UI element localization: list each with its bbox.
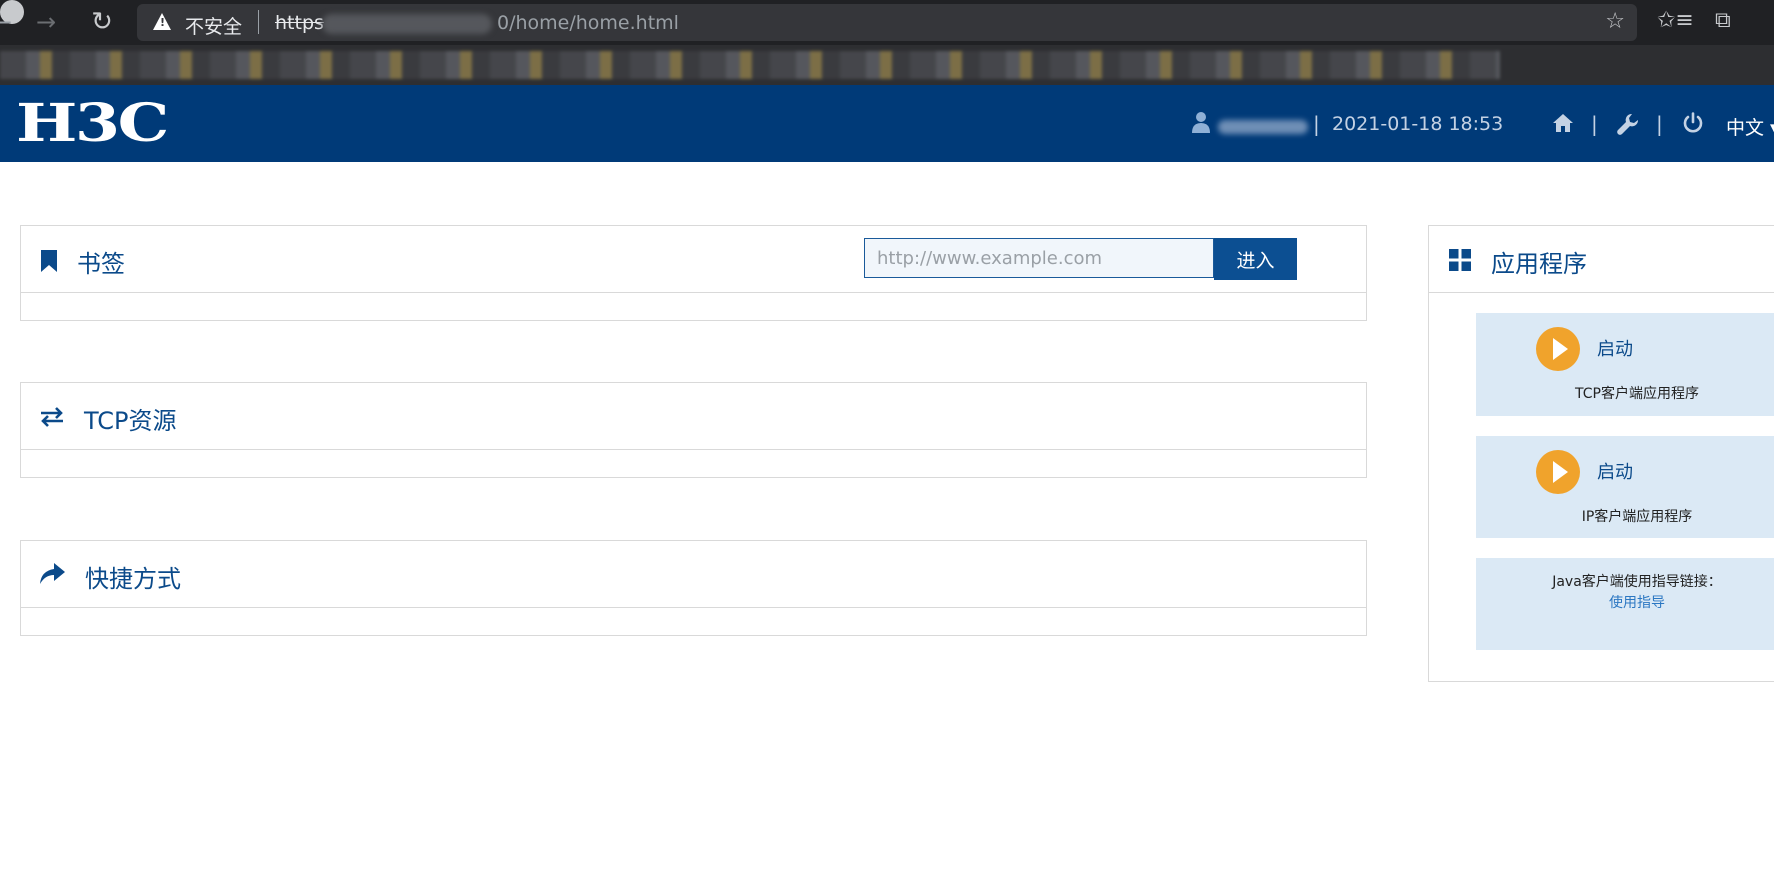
share-arrow-icon <box>40 563 65 584</box>
app-name: IP客户端应用程序 <box>1581 509 1693 525</box>
security-label[interactable]: 不安全 <box>185 12 242 39</box>
java-guide-text: Java客户端使用指导链接： <box>1552 574 1722 590</box>
bookmark-icon <box>41 250 57 272</box>
bookmark-enter-button[interactable]: 进入 <box>1214 238 1297 280</box>
browser-toolbar: ← → ↻ 不安全 https 0/home/home.html ☆ ✩≡ ⧉ <box>0 0 1774 45</box>
play-icon[interactable] <box>1536 450 1580 494</box>
app-card-tcp-client: 启动 TCP客户端应用程序 <box>1476 313 1774 416</box>
bookmarks-panel-header: 书签 进入 <box>21 226 1366 293</box>
play-icon[interactable] <box>1536 327 1580 371</box>
launch-button[interactable]: 启动 <box>1597 458 1633 484</box>
forward-icon[interactable]: → <box>30 6 62 38</box>
url-path: 0/home/home.html <box>497 12 679 34</box>
java-guide-link[interactable]: 使用指导 <box>1476 592 1774 612</box>
reload-icon[interactable]: ↻ <box>86 6 118 38</box>
header-separator: | <box>1313 112 1320 136</box>
bookmarks-bar <box>0 45 1774 85</box>
tcp-panel-header: TCP资源 <box>21 383 1366 450</box>
apps-panel-title: 应用程序 <box>1491 250 1587 278</box>
back-icon[interactable]: ← <box>0 6 18 38</box>
tcp-panel-title: TCP资源 <box>84 407 177 435</box>
launch-button[interactable]: 启动 <box>1597 335 1633 361</box>
language-select[interactable]: 中文 ▾ <box>1726 113 1774 140</box>
swap-arrows-icon <box>41 407 63 427</box>
bookmark-chip-redacted[interactable] <box>0 51 1500 79</box>
shortcuts-panel-header: 快捷方式 <box>21 541 1366 608</box>
address-separator <box>258 10 259 34</box>
collections-icon[interactable]: ⧉ <box>1715 8 1731 33</box>
header-separator: | <box>1656 112 1663 136</box>
app-card-java-guide: Java客户端使用指导链接： 使用指导 <box>1476 558 1774 650</box>
apps-panel-header: 应用程序 <box>1429 226 1774 293</box>
username-redacted <box>1218 120 1308 134</box>
app-name: TCP客户端应用程序 <box>1575 386 1699 402</box>
bookmarks-panel-title: 书签 <box>77 250 125 278</box>
power-icon[interactable] <box>1682 112 1704 134</box>
app-header: H3C | 2021-01-18 18:53 | | 中文 ▾ <box>0 85 1774 162</box>
grid-icon <box>1449 249 1471 271</box>
tcp-resources-panel: TCP资源 <box>20 382 1367 478</box>
bookmarks-panel: 书签 进入 <box>20 225 1367 321</box>
warning-icon <box>153 13 171 30</box>
star-icon[interactable]: ☆ <box>1605 9 1625 34</box>
url-protocol: https <box>275 12 324 34</box>
app-card-ip-client: 启动 IP客户端应用程序 <box>1476 436 1774 538</box>
header-datetime: 2021-01-18 18:53 <box>1332 113 1504 135</box>
bookmark-url-input[interactable] <box>864 238 1214 278</box>
h3c-logo: H3C <box>16 93 169 154</box>
shortcuts-panel: 快捷方式 <box>20 540 1367 636</box>
address-bar[interactable]: 不安全 https 0/home/home.html ☆ <box>137 4 1637 41</box>
url-host-redacted <box>322 14 492 34</box>
applications-panel: 应用程序 启动 TCP客户端应用程序 启动 IP客户端应用程序 Java客户端使… <box>1428 225 1774 682</box>
header-separator: | <box>1591 112 1598 136</box>
shortcuts-panel-title: 快捷方式 <box>85 565 181 593</box>
home-icon[interactable] <box>1552 113 1574 133</box>
favorites-icon[interactable]: ✩≡ <box>1657 8 1694 33</box>
user-icon <box>1192 112 1210 133</box>
wrench-icon[interactable] <box>1617 113 1639 135</box>
